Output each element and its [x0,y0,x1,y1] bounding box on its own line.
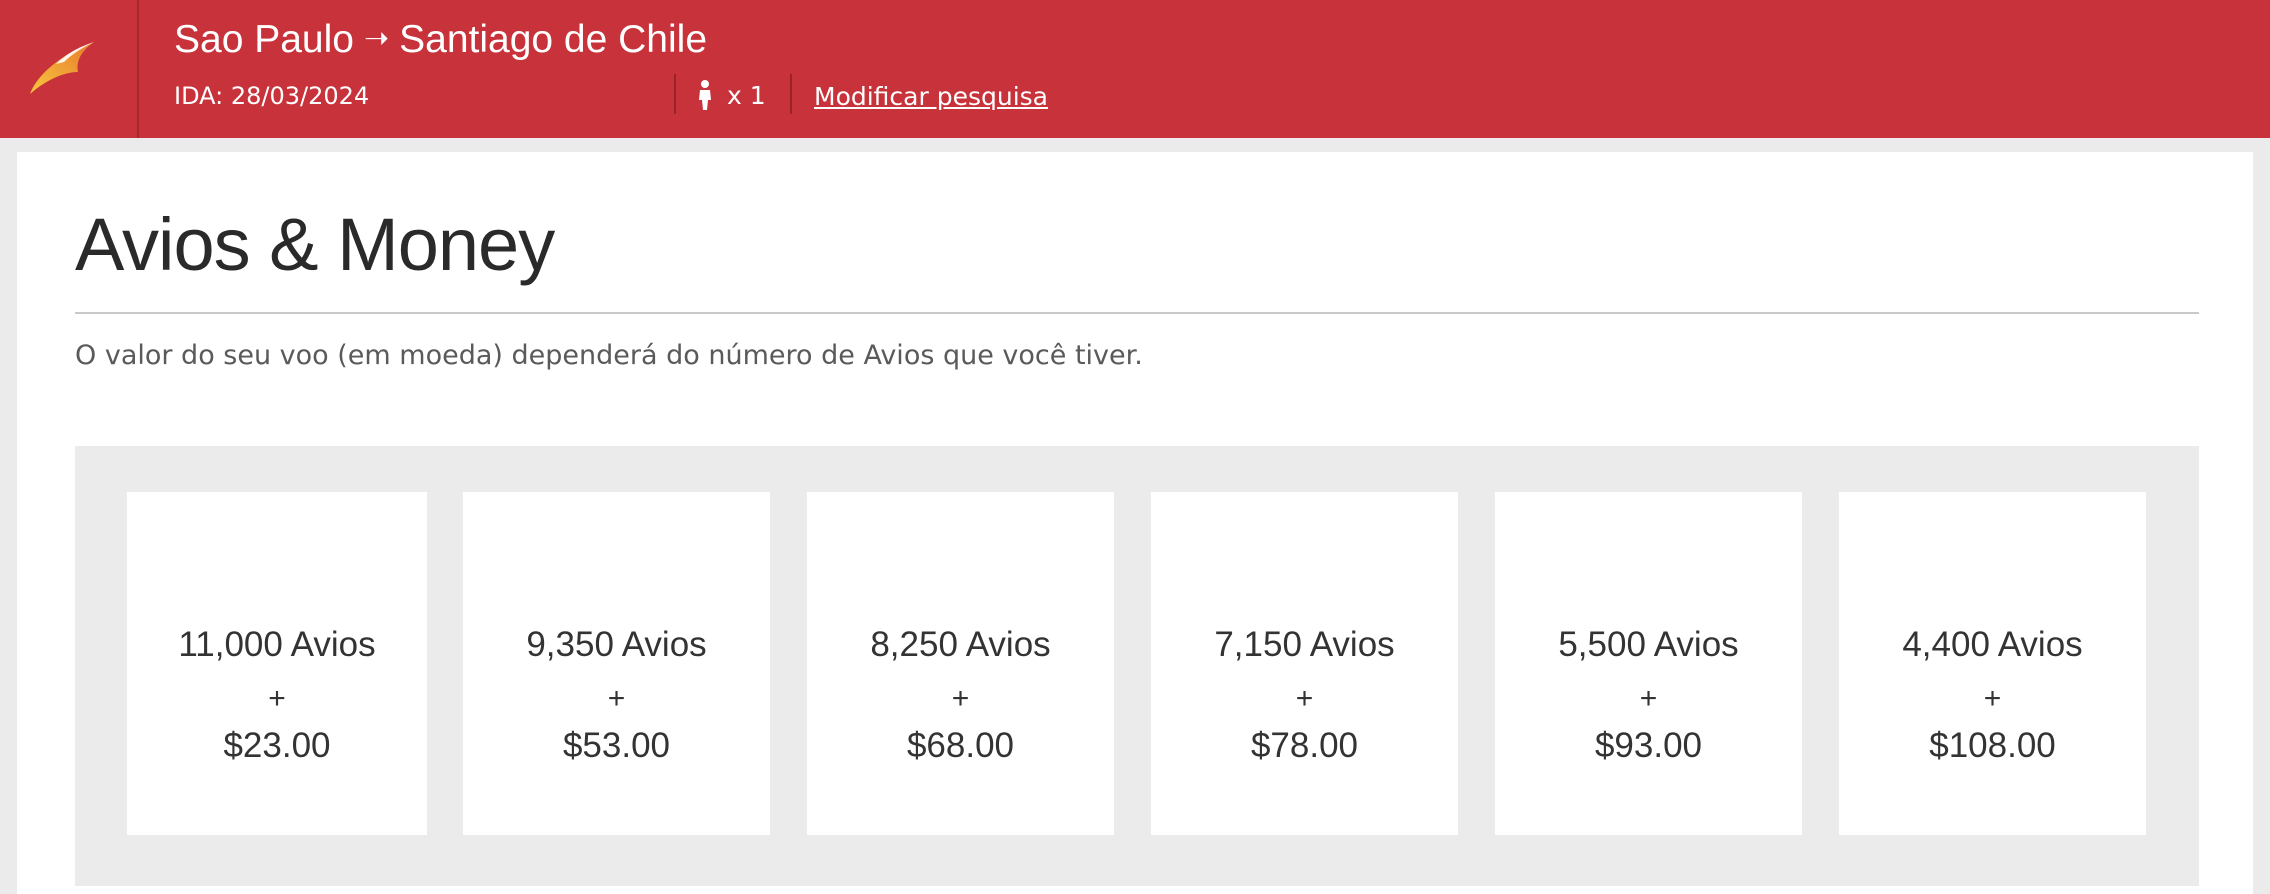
departure-date: IDA: 28/03/2024 [174,82,370,110]
avios-amount: 8,250 Avios [870,625,1051,664]
avios-amount: 11,000 Avios [178,625,376,664]
destination-city: Santiago de Chile [399,18,708,61]
avios-amount: 4,400 Avios [1902,625,2083,664]
avios-option-card[interactable]: 9,350 Avios + $53.00 [463,492,770,835]
main-panel: Avios & Money O valor do seu voo (em moe… [17,152,2253,894]
divider [790,74,792,114]
avios-options-area: 11,000 Avios + $23.00 9,350 Avios + $53.… [75,446,2199,886]
plus-sign: + [951,682,970,715]
plus-sign: + [607,682,626,715]
avios-amount: 5,500 Avios [1558,625,1739,664]
modify-search-link[interactable]: Modificar pesquisa [814,82,1048,111]
plus-sign: + [268,682,286,715]
money-amount: $68.00 [906,726,1015,765]
iberia-wing-logo-icon [30,42,94,94]
page-title: Avios & Money [75,203,555,286]
money-amount: $93.00 [1594,726,1703,765]
avios-option-card[interactable]: 8,250 Avios + $68.00 [807,492,1114,835]
plus-sign: + [1983,682,2002,715]
divider [674,74,676,114]
logo[interactable] [0,0,139,138]
money-amount: $108.00 [1929,726,2056,765]
title-divider [75,312,2199,314]
money-amount: $53.00 [562,726,671,765]
avios-option-card[interactable]: 5,500 Avios + $93.00 [1495,492,1802,835]
page-description: O valor do seu voo (em moeda) dependerá … [75,340,1143,371]
avios-option-card[interactable]: 4,400 Avios + $108.00 [1839,492,2146,835]
passenger-count-label: x 1 [727,80,766,110]
plus-sign: + [1639,682,1658,715]
passenger-count: x 1 [697,80,766,110]
route-title: Sao Paulo ➝ Santiago de Chile [174,18,707,62]
origin-city: Sao Paulo [174,18,354,61]
money-amount: $23.00 [223,726,331,765]
top-bar: Sao Paulo ➝ Santiago de Chile IDA: 28/03/2… [0,0,2270,138]
route-arrow-icon: ➝ [363,22,390,55]
plus-sign: + [1295,682,1314,715]
avios-amount: 7,150 Avios [1214,625,1395,664]
person-icon [699,80,711,110]
money-amount: $78.00 [1250,726,1359,765]
avios-amount: 9,350 Avios [526,625,707,664]
avios-option-card[interactable]: 11,000 Avios + $23.00 [127,492,427,835]
avios-option-card[interactable]: 7,150 Avios + $78.00 [1151,492,1458,835]
